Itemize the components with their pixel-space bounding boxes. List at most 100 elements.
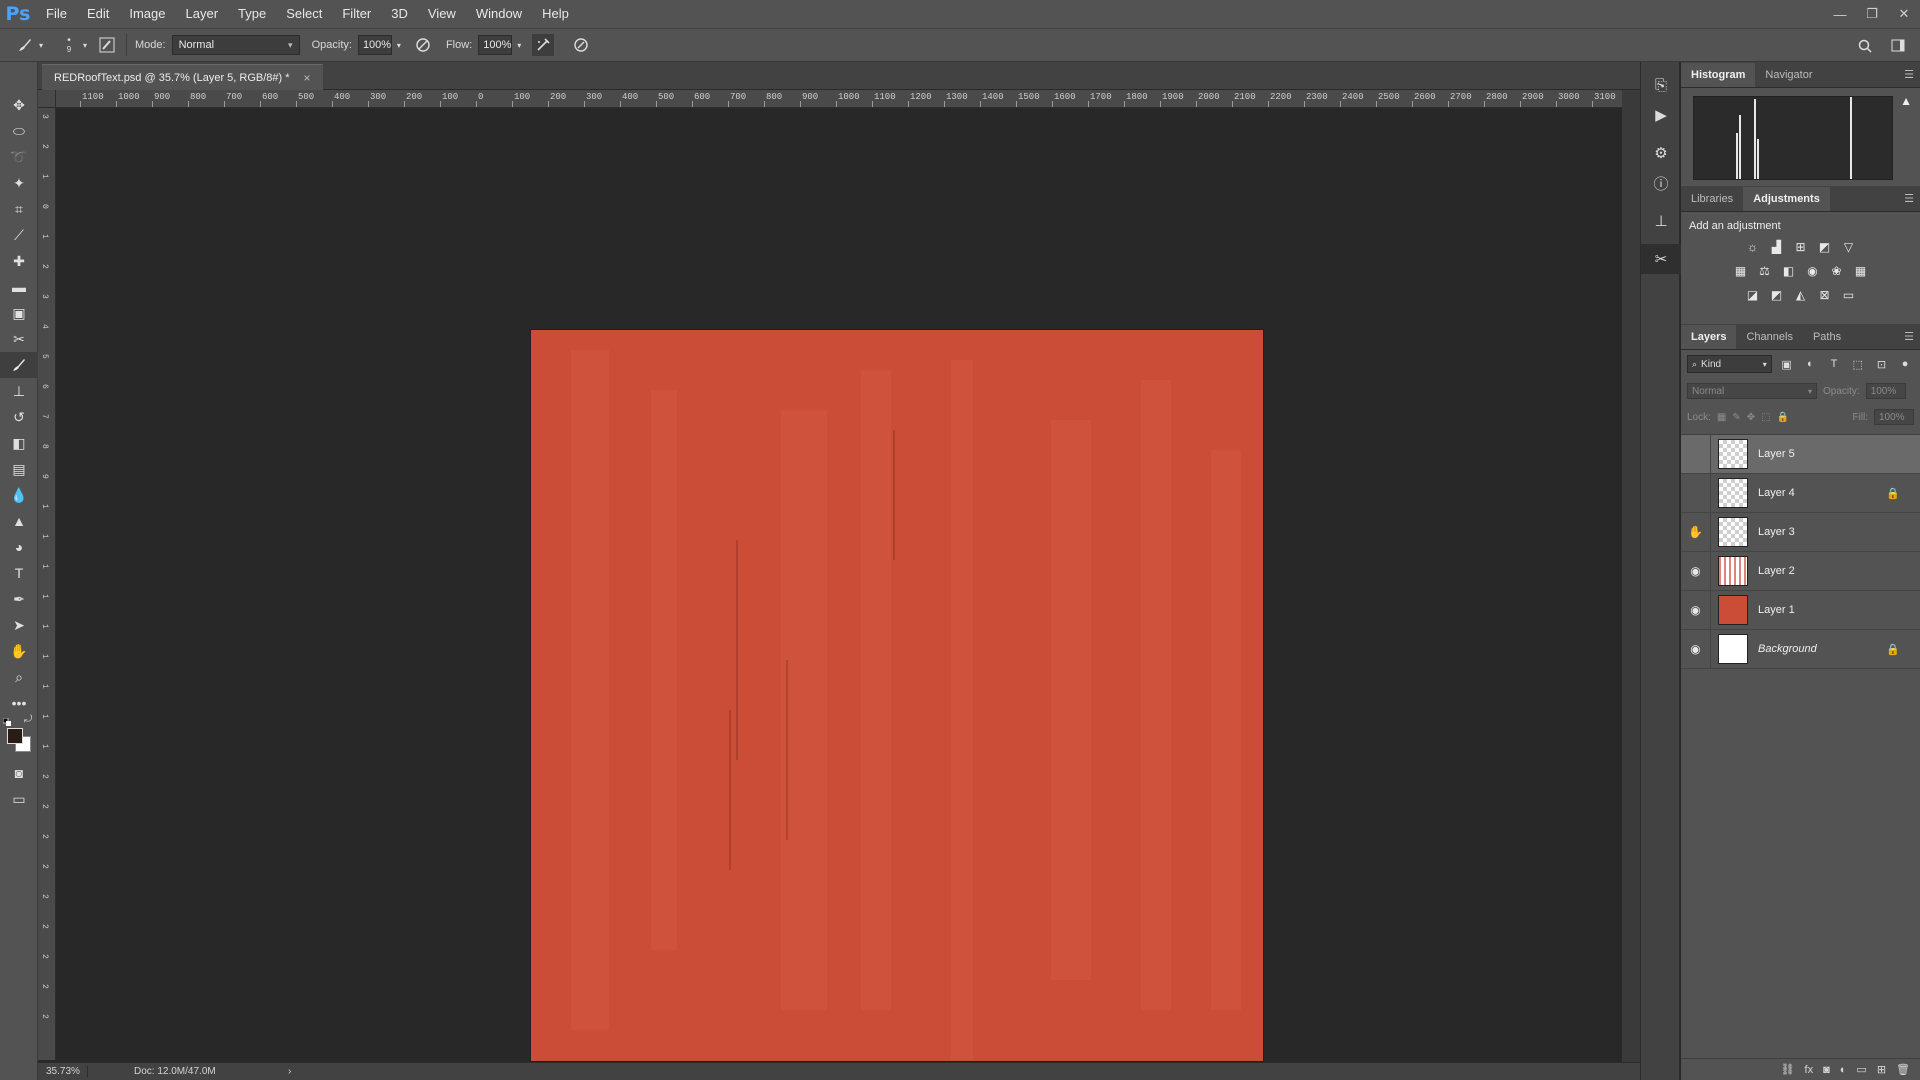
chevron-down-icon[interactable]: ▾: [80, 34, 90, 56]
panel-menu-icon[interactable]: ☰: [1904, 192, 1914, 205]
pressure-opacity-icon[interactable]: [412, 34, 434, 56]
tab-adjustments[interactable]: Adjustments: [1743, 187, 1830, 211]
warning-icon[interactable]: ▲: [1900, 94, 1912, 108]
layer-row[interactable]: Layer 5: [1681, 434, 1920, 474]
color-lookup-icon[interactable]: ▦: [1852, 262, 1870, 280]
status-menu-arrow[interactable]: ›: [288, 1066, 291, 1077]
healing-brush-tool-icon[interactable]: ✚: [0, 248, 38, 274]
hand-tool-icon[interactable]: ✋: [0, 638, 38, 664]
layer-row[interactable]: ◉ Background 🔒: [1681, 629, 1920, 669]
filter-type-icon[interactable]: T: [1825, 355, 1843, 373]
color-balance-icon[interactable]: ⚖: [1756, 262, 1774, 280]
mode-select[interactable]: Normal ▾: [171, 35, 300, 55]
swap-colors-icon[interactable]: ⤾: [24, 714, 32, 725]
lock-transparency-icon[interactable]: ▦: [1717, 412, 1726, 423]
history-brush-tool-icon[interactable]: ↺: [0, 404, 38, 430]
properties-panel-icon[interactable]: ⚙: [1641, 138, 1681, 168]
crop-tool-icon[interactable]: ⌗: [0, 196, 38, 222]
brush-panel-toggle-icon[interactable]: [96, 34, 118, 56]
path-selection-tool-icon[interactable]: ➤: [0, 612, 38, 638]
menu-edit[interactable]: Edit: [77, 0, 119, 28]
tab-navigator[interactable]: Navigator: [1755, 63, 1822, 87]
zoom-level-field[interactable]: 35.73%: [38, 1066, 88, 1077]
gradient-map-icon[interactable]: ▭: [1840, 286, 1858, 304]
curves-icon[interactable]: ⊞: [1792, 238, 1810, 256]
layer-row[interactable]: Layer 4 🔒: [1681, 473, 1920, 513]
levels-icon[interactable]: ▟: [1768, 238, 1786, 256]
quick-mask-icon[interactable]: ◙: [0, 760, 38, 786]
clone-stamp-tool-icon[interactable]: ⊥: [0, 378, 38, 404]
screen-mode-icon[interactable]: ▭: [0, 786, 38, 812]
close-tab-icon[interactable]: ×: [304, 71, 311, 85]
airbrush-icon[interactable]: [532, 34, 555, 56]
dodge-tool-icon[interactable]: ▲: [0, 508, 38, 534]
document-tab[interactable]: REDRoofText.psd @ 35.7% (Layer 5, RGB/8#…: [42, 64, 323, 90]
restore-button[interactable]: ❐: [1856, 0, 1888, 28]
brush-tool-icon[interactable]: [0, 352, 38, 378]
more-tools-icon[interactable]: •••: [0, 690, 38, 716]
history-panel-icon[interactable]: ⎘: [1641, 70, 1681, 100]
document-canvas[interactable]: [531, 330, 1263, 1061]
black-white-icon[interactable]: ◧: [1780, 262, 1798, 280]
filter-toggle-icon[interactable]: ●: [1896, 355, 1914, 373]
menu-filter[interactable]: Filter: [332, 0, 381, 28]
ruler-origin[interactable]: [38, 90, 56, 108]
lasso-tool-icon[interactable]: ➰: [0, 144, 38, 170]
pressure-size-icon[interactable]: [570, 34, 592, 56]
tab-histogram[interactable]: Histogram: [1681, 63, 1756, 87]
threshold-icon[interactable]: ◭: [1792, 286, 1810, 304]
flow-field[interactable]: 100%: [478, 35, 513, 55]
pen-tool-icon[interactable]: ✒: [0, 586, 38, 612]
fill-field[interactable]: 100%: [1874, 409, 1914, 425]
tab-layers[interactable]: Layers: [1681, 325, 1737, 349]
new-adjustment-layer-icon[interactable]: ◐: [1840, 1064, 1847, 1076]
brightness-contrast-icon[interactable]: ☼: [1744, 238, 1762, 256]
menu-file[interactable]: File: [36, 0, 77, 28]
tool-presets-panel-icon[interactable]: ✂: [1641, 244, 1681, 274]
stamp-tool-icon[interactable]: ▣: [0, 300, 38, 326]
vertical-ruler[interactable]: 3 2 1 0 1 2 3 4 5 6 7 8 9 1 1 1 1 1 1 1 1 1 2 2 2 2 2 2 2 2 2: [38, 108, 56, 1060]
actions-panel-icon[interactable]: ▶: [1641, 100, 1681, 130]
menu-view[interactable]: View: [418, 0, 466, 28]
tab-libraries[interactable]: Libraries: [1681, 187, 1743, 211]
visibility-toggle[interactable]: ◉: [1681, 590, 1711, 630]
vertical-scrollbar[interactable]: [1622, 90, 1640, 1062]
add-mask-icon[interactable]: ◙: [1823, 1064, 1830, 1076]
close-button[interactable]: ✕: [1888, 0, 1920, 28]
clone-source-panel-icon[interactable]: ⊥: [1641, 206, 1681, 236]
panel-menu-icon[interactable]: ☰: [1904, 68, 1914, 81]
menu-help[interactable]: Help: [532, 0, 579, 28]
filter-kind-select[interactable]: ⌕ Kind ▾: [1687, 355, 1772, 373]
layer-opacity-field[interactable]: 100%: [1865, 383, 1906, 399]
filter-shape-icon[interactable]: ⬚: [1849, 355, 1867, 373]
eraser-tool-icon[interactable]: ◧: [0, 430, 38, 456]
layer-row[interactable]: ✋ Layer 3: [1681, 512, 1920, 552]
visibility-toggle[interactable]: [1681, 473, 1711, 513]
marquee-tool-icon[interactable]: ⬭: [0, 118, 38, 144]
canvas-area[interactable]: [57, 109, 1623, 1062]
menu-select[interactable]: Select: [276, 0, 332, 28]
filter-smart-object-icon[interactable]: ⊡: [1873, 355, 1891, 373]
magic-wand-tool-icon[interactable]: ✦: [0, 170, 38, 196]
filter-adjustment-icon[interactable]: ◐: [1801, 355, 1819, 373]
visibility-toggle[interactable]: ◉: [1681, 551, 1711, 591]
menu-type[interactable]: Type: [228, 0, 276, 28]
blend-mode-select[interactable]: Normal ▾: [1687, 383, 1817, 399]
chevron-down-icon[interactable]: ▾: [36, 34, 46, 56]
panel-menu-icon[interactable]: ☰: [1904, 330, 1914, 343]
selective-color-icon[interactable]: ⊠: [1816, 286, 1834, 304]
scissors-tool-icon[interactable]: ✂: [0, 326, 38, 352]
lock-all-icon[interactable]: 🔒: [1777, 412, 1789, 423]
exposure-icon[interactable]: ◩: [1816, 238, 1834, 256]
photo-filter-icon[interactable]: ◉: [1804, 262, 1822, 280]
menu-image[interactable]: Image: [119, 0, 175, 28]
tab-channels[interactable]: Channels: [1736, 325, 1802, 349]
lock-artboard-icon[interactable]: ⬚: [1761, 412, 1770, 423]
visibility-toggle[interactable]: ◉: [1681, 629, 1711, 669]
visibility-toggle[interactable]: [1681, 434, 1711, 474]
hue-saturation-icon[interactable]: ▦: [1732, 262, 1750, 280]
posterize-icon[interactable]: ◩: [1768, 286, 1786, 304]
info-panel-icon[interactable]: ⓘ: [1641, 168, 1681, 198]
minimize-button[interactable]: —: [1824, 0, 1856, 28]
zoom-tool-icon[interactable]: ⌕: [0, 664, 38, 690]
